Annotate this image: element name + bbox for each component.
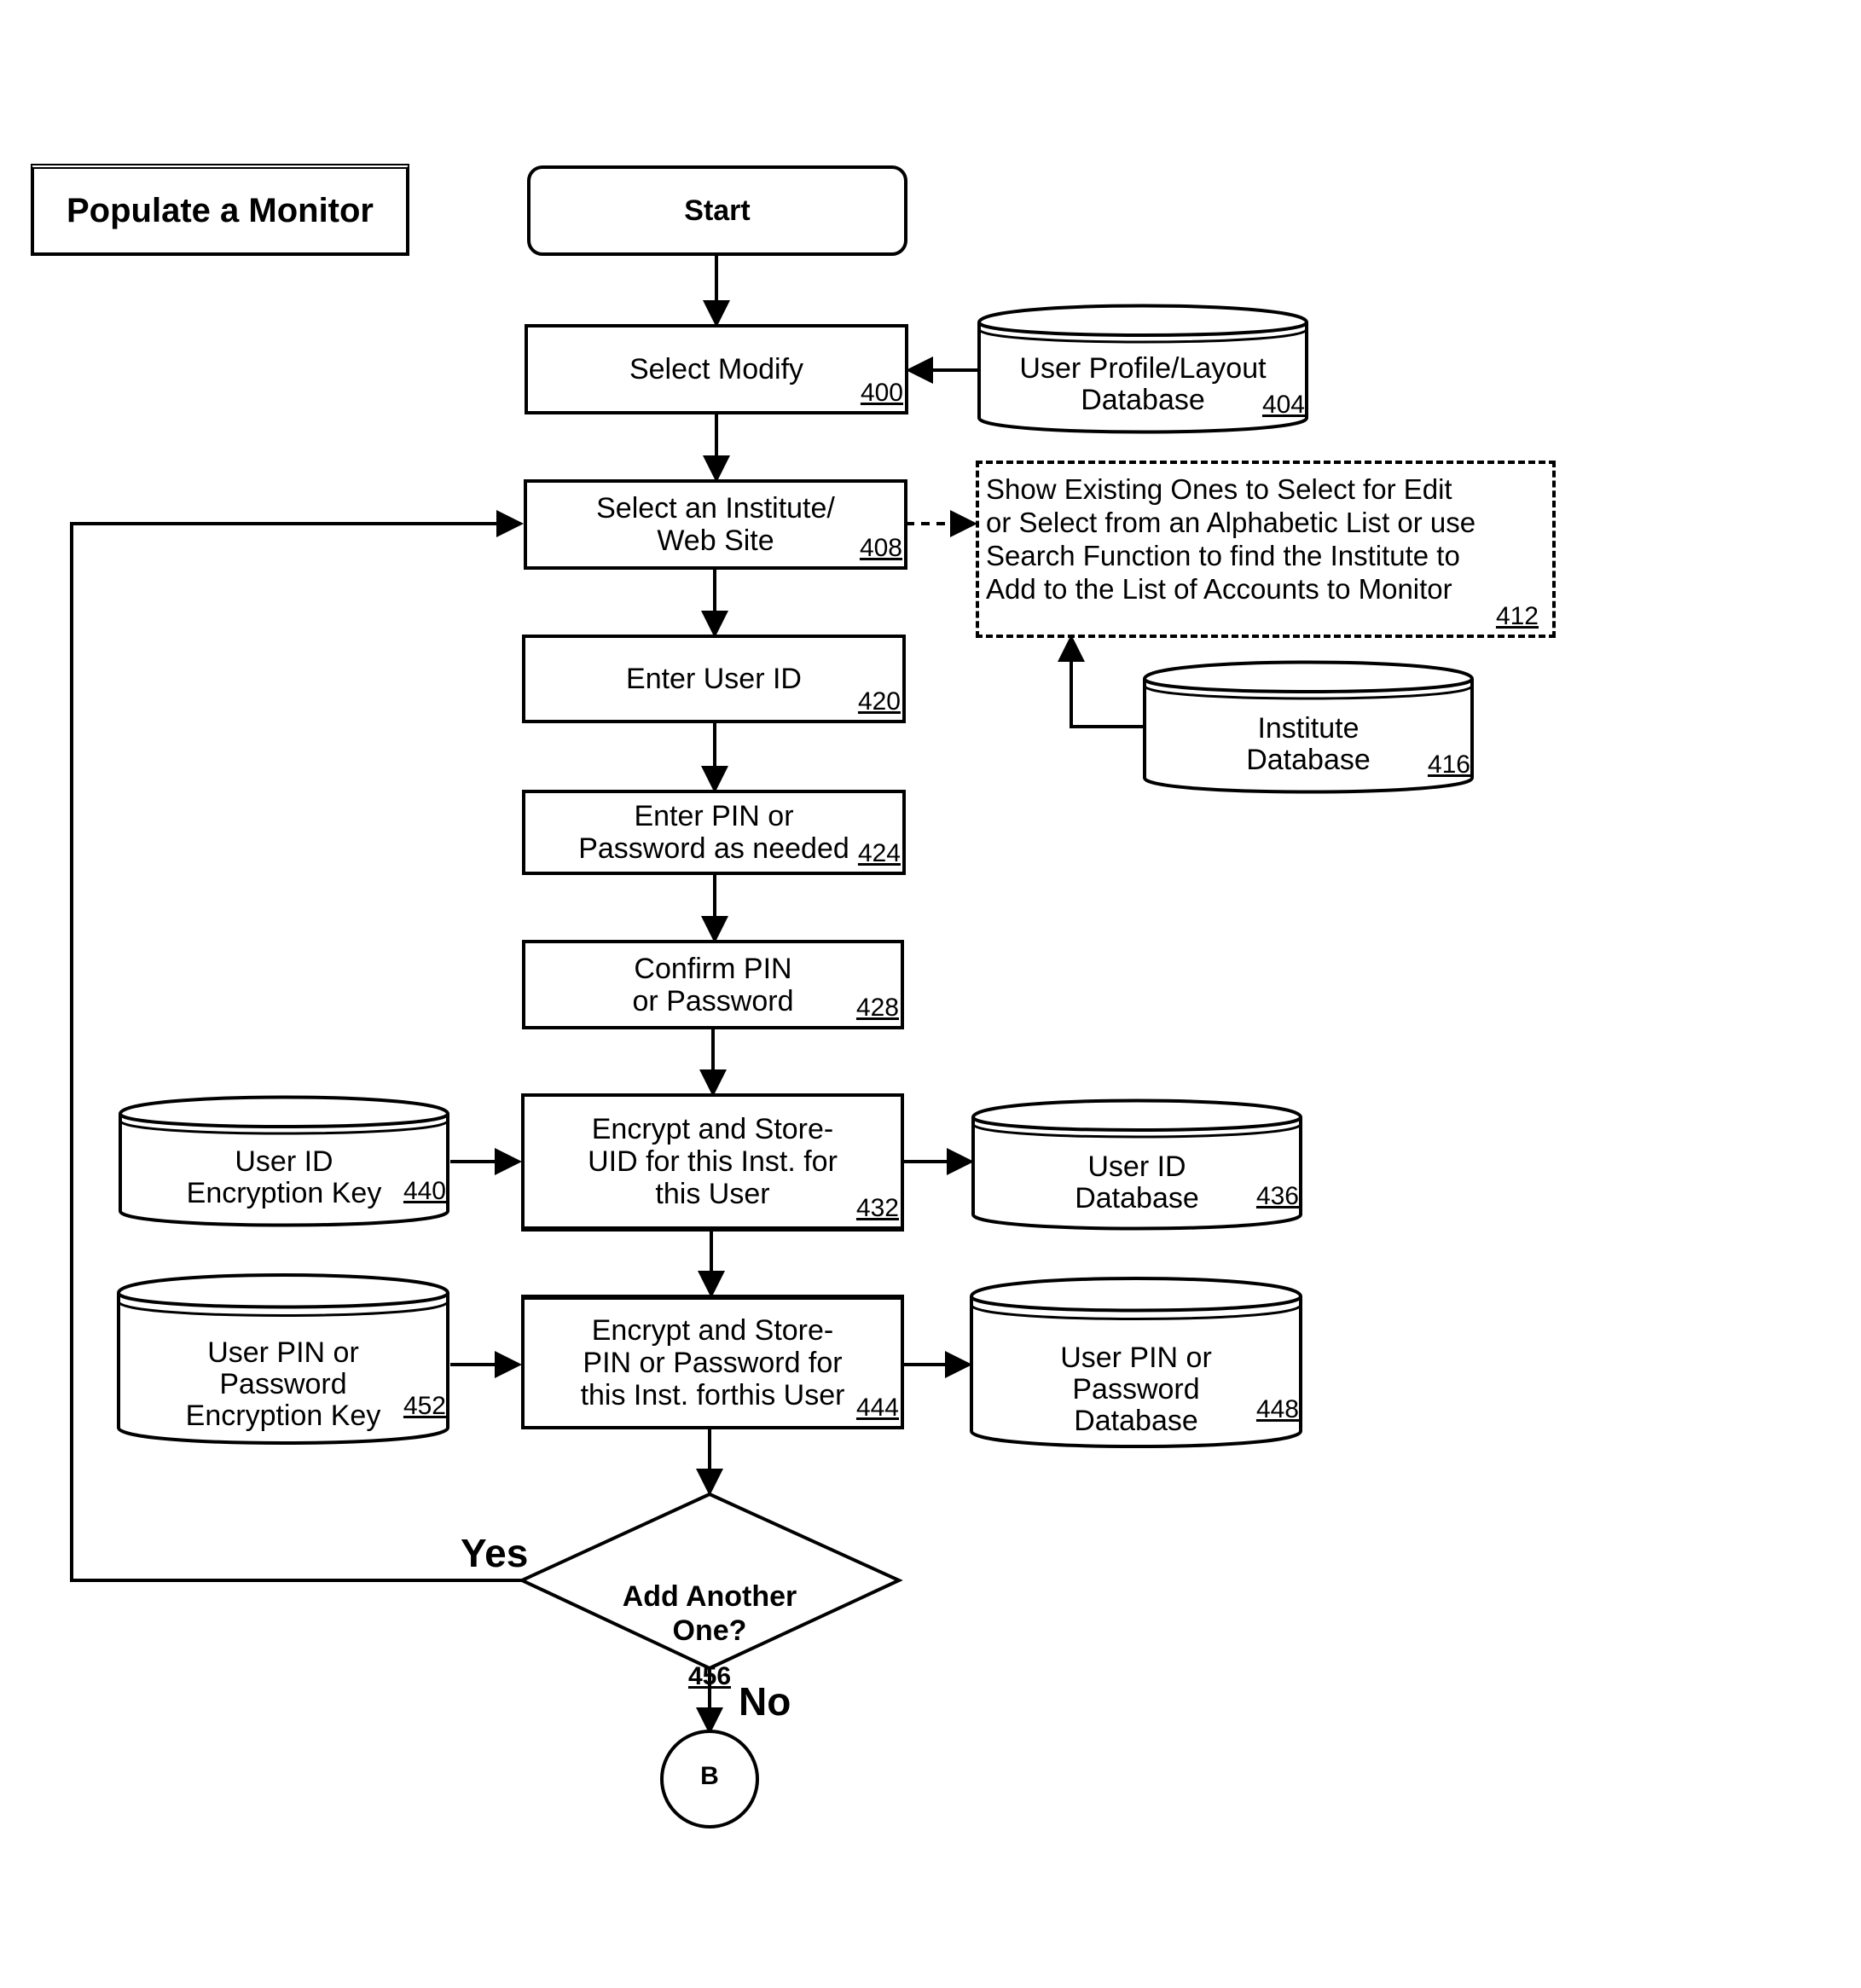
reference-number: 444	[855, 1394, 899, 1422]
database-user-profile-layout: User Profile/Layout Database 404	[977, 304, 1308, 434]
database-pin-encryption-key: User PIN or Password Encryption Key 452	[117, 1272, 449, 1445]
step-select-institute: Select an Institute/ Web Site 408	[524, 479, 907, 570]
step-encrypt-store-uid: Encrypt and Store- UID for this Inst. fo…	[521, 1093, 904, 1232]
reference-number: 420	[857, 687, 901, 716]
reference-number: 428	[855, 994, 899, 1022]
diagram-title-box: Populate a Monitor	[31, 164, 409, 256]
step-label: Select an Institute/ Web Site	[596, 492, 835, 557]
edge-label-yes: Yes	[461, 1531, 529, 1575]
database-user-id-encryption-key: User ID Encryption Key 440	[119, 1095, 449, 1227]
diagram-title: Populate a Monitor	[67, 192, 374, 229]
database-pin-password: User PIN or Password Database 448	[970, 1276, 1302, 1448]
database-label: User ID Database	[1075, 1150, 1199, 1214]
database-label: Institute Database	[1246, 712, 1371, 776]
edge-label-no: No	[739, 1679, 791, 1724]
step-enter-pin: Enter PIN or Password as needed 424	[522, 790, 906, 875]
reference-number: 404	[1261, 391, 1305, 419]
database-label: User Profile/Layout Database	[1019, 352, 1267, 416]
connector-label: B	[700, 1762, 719, 1790]
step-label: Encrypt and Store- UID for this Inst. fo…	[588, 1113, 838, 1210]
step-confirm-pin: Confirm PIN or Password 428	[522, 940, 904, 1029]
connectors-layer	[70, 256, 1143, 1829]
reference-number: 400	[860, 379, 903, 407]
step-label: Confirm PIN or Password	[632, 952, 794, 1017]
reference-number: 412	[1495, 602, 1539, 630]
step-label: Select Modify	[629, 353, 804, 385]
flowchart: Populate a Monitor Start Select Modify 4…	[0, 0, 1861, 1988]
database-institute: Institute Database 416	[1143, 660, 1474, 794]
reference-number: 416	[1427, 751, 1470, 779]
arrow-416-to-412	[1058, 635, 1143, 728]
reference-number: 432	[855, 1194, 899, 1222]
step-label: Encrypt and Store- PIN or Password for t…	[580, 1314, 845, 1411]
reference-number: 452	[403, 1392, 446, 1420]
step-encrypt-store-pin: Encrypt and Store- PIN or Password for t…	[521, 1295, 904, 1429]
reference-number: 448	[1255, 1395, 1299, 1423]
reference-number: 440	[403, 1177, 446, 1205]
reference-number: 424	[857, 839, 901, 867]
step-enter-user-id: Enter User ID 420	[522, 635, 906, 723]
reference-number: 436	[1255, 1182, 1299, 1210]
reference-number: 408	[859, 534, 902, 562]
step-label: Enter User ID	[626, 663, 802, 695]
step-label: Enter PIN or Password as needed	[578, 800, 849, 865]
start-label: Start	[684, 194, 751, 227]
database-label: User ID Encryption Key	[186, 1145, 382, 1209]
database-label: User PIN or Password Encryption Key	[185, 1336, 381, 1432]
database-label: User PIN or Password Database	[1060, 1342, 1212, 1437]
connector-b: B	[675, 1762, 744, 1791]
note-show-existing: Show Existing Ones to Select for Edit or…	[976, 461, 1556, 638]
note-text: Show Existing Ones to Select for Edit or…	[986, 473, 1476, 605]
database-user-id: User ID Database 436	[971, 1098, 1302, 1231]
step-select-modify: Select Modify 400	[525, 324, 908, 414]
start-node: Start	[527, 165, 907, 256]
reference-number: 456	[687, 1662, 732, 1690]
